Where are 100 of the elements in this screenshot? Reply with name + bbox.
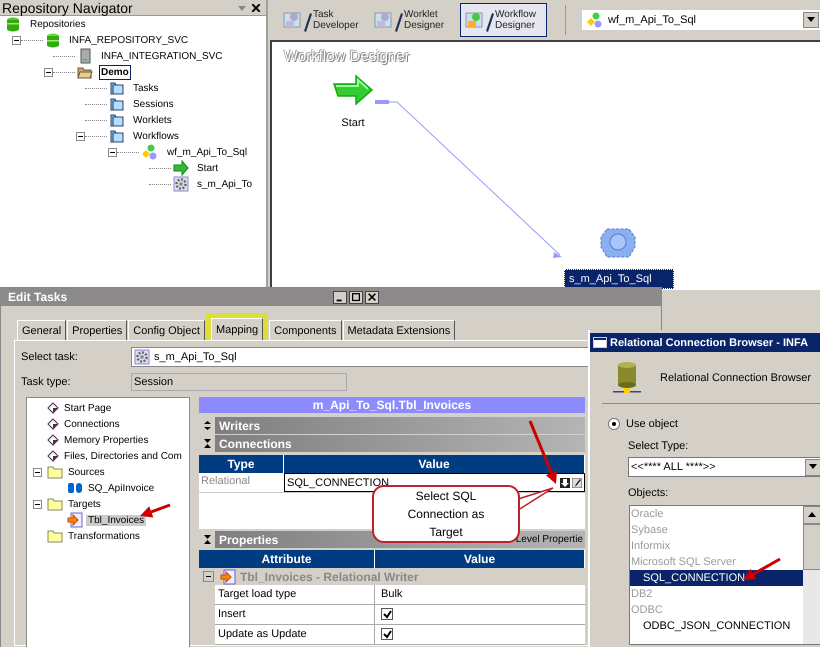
toolbar-button[interactable]: Task Developer [278, 3, 365, 37]
type-dropdown[interactable]: <<**** ALL ****>> [628, 457, 820, 477]
toolbar-button[interactable]: Worklet Designer [369, 3, 456, 37]
tree-item[interactable]: Repositories [28, 16, 88, 32]
tree-item[interactable]: Connections [62, 418, 122, 430]
folder-icon [47, 529, 63, 543]
tab[interactable]: Properties [67, 320, 128, 340]
tree-toggle[interactable] [76, 132, 85, 140]
mapping-header: m_Api_To_Sql.Tbl_Invoices [199, 397, 585, 413]
tree-item[interactable]: Start Page [62, 402, 114, 414]
collapse-icon [202, 438, 212, 449]
tree-item[interactable]: s_m_Api_To [195, 176, 254, 192]
tab[interactable]: Components [269, 320, 342, 340]
caret-icon [808, 512, 816, 518]
close-icon [364, 290, 378, 304]
annotation-arrow [528, 420, 557, 484]
list-item[interactable]: SQL_CONNECTION [630, 570, 803, 586]
expand-icon [202, 420, 212, 431]
tree-item[interactable]: SQ_ApiInvoice [86, 482, 156, 494]
check-icon [382, 610, 392, 618]
gear-icon [134, 349, 150, 365]
down-arrow-icon [560, 478, 570, 488]
canvas-title: Workflow Designer [284, 48, 410, 65]
tree-toggle[interactable] [33, 500, 42, 508]
diamond-icon [47, 450, 59, 462]
tree-item[interactable]: Tasks [131, 80, 161, 96]
group-label: Tbl_Invoices - Relational Writer [240, 570, 418, 584]
caret-icon [807, 17, 815, 23]
tree-toggle[interactable] [203, 571, 214, 582]
tree-item[interactable]: Targets [66, 498, 103, 510]
tree-toggle[interactable] [108, 148, 117, 156]
window-title: Edit Tasks [8, 290, 68, 304]
tree-item[interactable]: Memory Properties [62, 434, 150, 446]
target-icon [220, 568, 236, 584]
tree-item[interactable]: Demo [99, 64, 131, 80]
minimize-icon [332, 290, 346, 304]
toolbar-button[interactable]: Workflow Designer [460, 3, 547, 37]
pencil-icon [572, 478, 582, 488]
radio-button[interactable] [608, 418, 620, 430]
diamond-icon [47, 402, 59, 414]
folder-icon [47, 497, 63, 511]
folder-icon [109, 128, 125, 144]
table-cell-text: Relational [200, 474, 251, 489]
source-icon [67, 481, 83, 495]
tree-item[interactable]: Transformations [66, 530, 142, 542]
list-item[interactable]: ODBC_JSON_CONNECTION [630, 618, 803, 634]
tree-toggle[interactable] [44, 68, 53, 76]
table-cell-text: Bulk [380, 587, 404, 602]
tree-toggle[interactable] [12, 36, 21, 44]
tab[interactable]: Metadata Extensions [342, 320, 456, 340]
node-label[interactable]: Start [337, 116, 369, 130]
workflow-icon [141, 144, 159, 160]
checkbox[interactable] [381, 628, 393, 640]
gear-icon [173, 176, 189, 192]
node-label[interactable]: s_m_Api_To_Sql [564, 269, 674, 289]
section-header[interactable]: Writers [219, 418, 260, 432]
arrow-icon [173, 160, 189, 176]
field-label: Task type: [21, 376, 72, 388]
tree-item[interactable]: Worklets [131, 112, 174, 128]
folder-icon [109, 80, 125, 96]
tree-item[interactable]: Sessions [131, 96, 176, 112]
workflow-dropdown[interactable]: wf_m_Api_To_Sql [582, 10, 820, 30]
section-header[interactable]: Properties [219, 532, 278, 546]
field-label: Objects: [628, 487, 670, 499]
diamond-icon [47, 418, 59, 430]
tree-item[interactable]: Tbl_Invoices [86, 514, 146, 526]
checkbox[interactable] [381, 608, 393, 620]
panel-title: Repository Navigator [1, 0, 134, 16]
folder-icon [109, 112, 125, 128]
dialog-heading: Relational Connection Browser [660, 372, 812, 384]
collapse-icon [202, 534, 212, 545]
close-icon [252, 4, 260, 12]
tab[interactable]: General [17, 320, 66, 340]
tree-item[interactable]: INFA_REPOSITORY_SVC [67, 32, 190, 48]
database-icon [612, 360, 642, 394]
annotation-arrow [140, 504, 171, 518]
tree-item[interactable]: INFA_INTEGRATION_SVC [99, 48, 225, 64]
folder-icon [47, 465, 63, 479]
select-task-field[interactable]: s_m_Api_To_Sql [131, 347, 591, 367]
section-header[interactable]: Connections [219, 436, 292, 450]
tree-item[interactable]: Start [195, 160, 220, 176]
tab[interactable]: Config Object [128, 320, 205, 340]
table-cell: Update as Update [215, 625, 375, 644]
diamond-icon [47, 434, 59, 446]
scrollbar[interactable] [803, 506, 820, 644]
tree-item[interactable]: wf_m_Api_To_Sql [165, 144, 250, 160]
window-icon [593, 337, 607, 348]
caret-icon [809, 464, 817, 470]
tree-item[interactable]: Files, Directories and Com [62, 450, 184, 462]
field-label: Select Type: [628, 440, 690, 452]
tab[interactable]: Mapping [210, 318, 264, 340]
dropdown-icon [238, 4, 246, 12]
table-cell: Insert [215, 605, 375, 624]
tree-item[interactable]: Workflows [131, 128, 181, 144]
database-icon [6, 16, 22, 32]
tree-toggle[interactable] [33, 468, 42, 476]
workflow-icon [586, 12, 604, 28]
target-icon [67, 512, 83, 528]
field-label: Select task: [21, 351, 79, 363]
tree-item[interactable]: Sources [66, 466, 107, 478]
